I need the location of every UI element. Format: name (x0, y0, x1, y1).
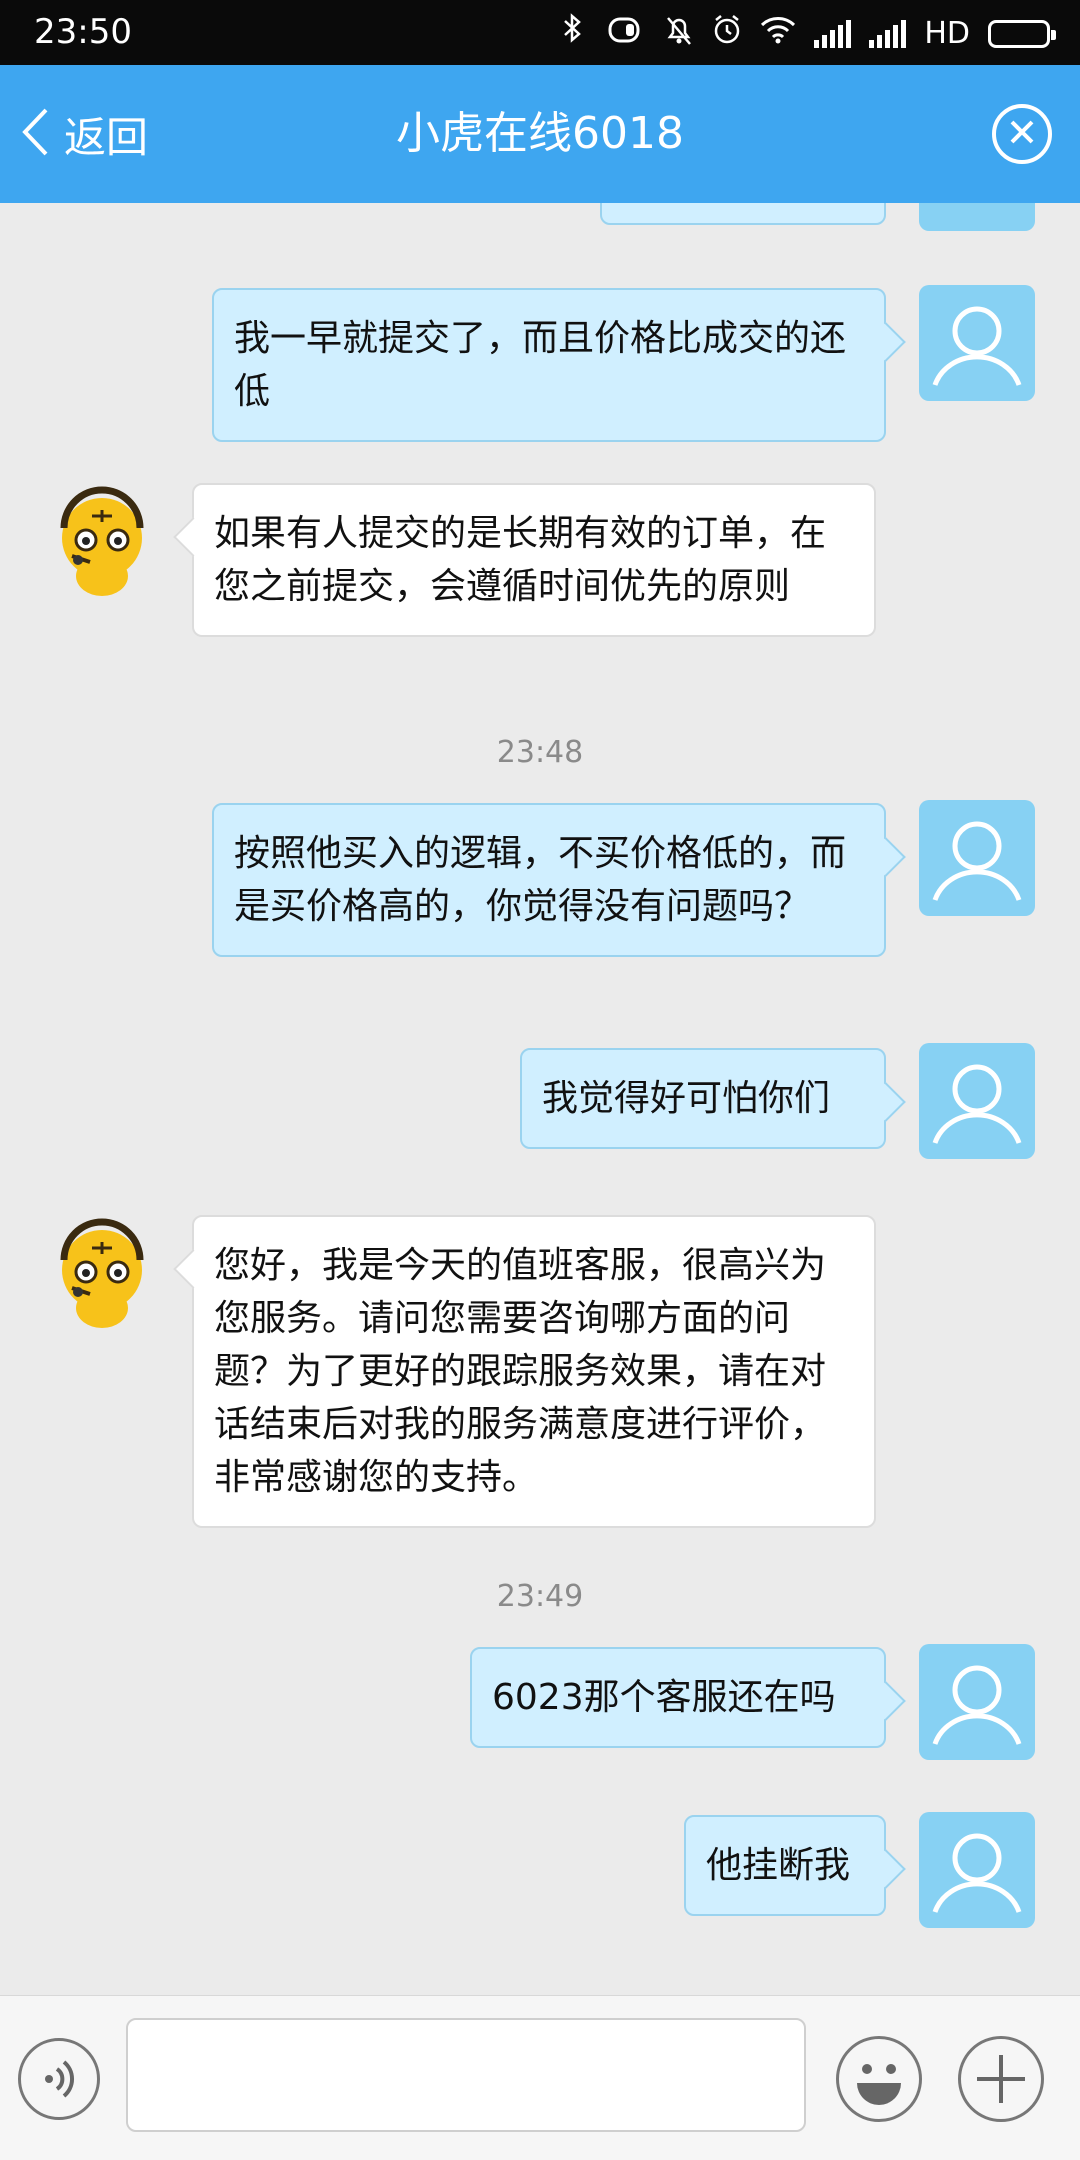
plus-icon (977, 2055, 1025, 2103)
message-text: 您好，我是今天的值班客服，很高兴为您服务。请问您需要咨询哪方面的问题？为了更好的… (214, 1245, 827, 1498)
wifi-icon (760, 16, 796, 52)
user-avatar-icon (932, 1064, 1022, 1144)
vibrate-icon (602, 16, 646, 52)
status-icons: HD (562, 12, 1056, 55)
user-message-bubble[interactable]: 我觉得好可怕你们 (520, 1048, 886, 1149)
agent-message-bubble[interactable]: 您好，我是今天的值班客服，很高兴为您服务。请问您需要咨询哪方面的问题？为了更好的… (192, 1215, 876, 1528)
close-button[interactable] (992, 104, 1052, 164)
battery-icon (988, 19, 1056, 48)
voice-input-button[interactable] (18, 2038, 100, 2120)
user-avatar-icon (932, 821, 1022, 901)
alarm-icon (712, 14, 742, 54)
agent-avatar[interactable] (50, 1218, 154, 1328)
agent-avatar[interactable] (50, 486, 154, 596)
message-input[interactable] (126, 2018, 806, 2132)
more-options-button[interactable] (958, 2036, 1044, 2122)
user-avatar-icon (932, 1833, 1022, 1913)
chat-header: 返回 小虎在线6018 (0, 65, 1080, 203)
message-text: 按照他买入的逻辑，不买价格低的，而是买价格高的，你觉得没有问题吗？ (234, 833, 847, 927)
message-text: 如果有人提交的是长期有效的订单，在您之前提交，会遵循时间优先的原则 (214, 513, 827, 607)
message-text: 我一早就提交了，而且价格比成交的还低 (234, 318, 847, 412)
emoji-button[interactable] (836, 2036, 922, 2122)
user-message-bubble[interactable]: 我一早就提交了，而且价格比成交的还低 (212, 288, 886, 442)
user-avatar[interactable] (919, 1644, 1035, 1760)
message-text: 他挂断我 (706, 1845, 851, 1886)
user-message-bubble[interactable]: 按照他买入的逻辑，不买价格低的，而是买价格高的，你觉得没有问题吗？ (212, 803, 886, 957)
user-avatar-partial (919, 203, 1035, 231)
message-timestamp: 23:48 (496, 735, 584, 770)
message-timestamp: 23:49 (496, 1579, 584, 1614)
mute-bell-icon (664, 14, 694, 54)
message-text: 我觉得好可怕你们 (542, 1078, 831, 1119)
user-avatar-icon (932, 1665, 1022, 1745)
voice-icon (45, 2060, 75, 2098)
message-text: 6023那个客服还在吗 (492, 1677, 836, 1718)
tiger-avatar-icon (60, 1218, 144, 1328)
bluetooth-icon (562, 12, 584, 55)
tiger-avatar-icon (60, 486, 144, 596)
message-bubble-partial (600, 203, 886, 225)
user-avatar-icon (932, 306, 1022, 386)
signal-strength-icon-2 (869, 19, 907, 48)
input-bar (0, 1995, 1080, 2160)
emoji-smile-icon (857, 2064, 901, 2105)
close-icon (1008, 118, 1036, 150)
message-list[interactable]: 我一早就提交了，而且价格比成交的还低 如果有人提交的是长期有效的订单，在您之前提… (0, 203, 1080, 1995)
status-bar: 23:50 HD (0, 0, 1080, 65)
chat-title: 小虎在线6018 (396, 108, 684, 159)
user-avatar[interactable] (919, 1043, 1035, 1159)
agent-message-bubble[interactable]: 如果有人提交的是长期有效的订单，在您之前提交，会遵循时间优先的原则 (192, 483, 876, 637)
network-type-label: HD (924, 15, 970, 51)
user-avatar[interactable] (919, 285, 1035, 401)
user-avatar[interactable] (919, 1812, 1035, 1928)
user-avatar[interactable] (919, 800, 1035, 916)
status-time: 23:50 (34, 12, 132, 52)
user-message-bubble[interactable]: 他挂断我 (684, 1815, 886, 1916)
signal-strength-icon (814, 19, 852, 48)
user-message-bubble[interactable]: 6023那个客服还在吗 (470, 1647, 886, 1748)
